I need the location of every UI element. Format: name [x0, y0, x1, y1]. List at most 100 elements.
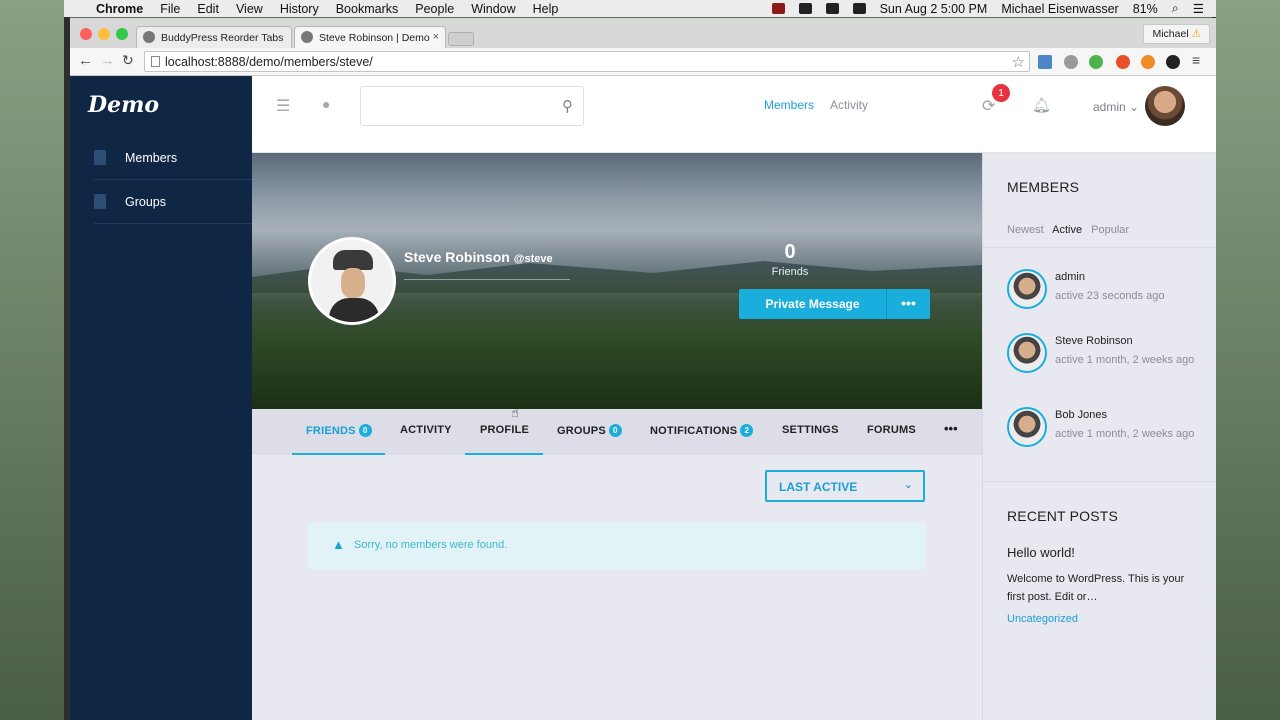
empty-results-alert: ▲ Sorry, no members were found.	[308, 523, 926, 569]
orange-extension-icon[interactable]	[1141, 55, 1155, 69]
count-badge: 0	[358, 424, 372, 437]
browser-profile-button[interactable]: Michael ⚠	[1143, 24, 1210, 44]
sidebar-item-members[interactable]: Members	[94, 136, 252, 180]
post-title-link[interactable]: Hello world!	[1007, 545, 1075, 560]
menu-help[interactable]: Help	[533, 2, 559, 16]
back-arrow-icon[interactable]: ←	[78, 52, 93, 69]
bookmark-star-icon[interactable]: ☆	[1012, 53, 1025, 71]
hamburger-menu-icon[interactable]: ☰	[276, 96, 290, 116]
web-page: Demo Members Groups ☰ ● ⚲ Members Activi…	[70, 76, 1216, 720]
count-badge: 2	[740, 424, 754, 437]
close-window-button[interactable]	[80, 28, 92, 40]
menu-window[interactable]: Window	[471, 2, 515, 16]
adblock-icon[interactable]	[1064, 55, 1078, 69]
wordpress-favicon-icon	[143, 31, 155, 43]
dark-extension-icon[interactable]	[1166, 55, 1180, 69]
tab-close-icon[interactable]: ×	[433, 31, 439, 43]
url-text: localhost:8888/demo/members/steve/	[165, 55, 373, 69]
menu-edit[interactable]: Edit	[197, 2, 219, 16]
status-wifi-icon[interactable]	[852, 3, 866, 14]
tab-steve-robinson[interactable]: Steve Robinson | Demo ×	[294, 26, 446, 48]
widget-divider	[983, 247, 1216, 248]
status-bell-icon[interactable]	[798, 3, 812, 14]
subnav-more-icon[interactable]: •••	[944, 421, 958, 436]
tab-groups[interactable]: GROUPS 0	[557, 424, 622, 437]
menu-history[interactable]: History	[280, 2, 319, 16]
menu-app-name[interactable]: Chrome	[96, 2, 143, 16]
document-icon	[94, 150, 106, 165]
site-logo[interactable]: Demo	[88, 92, 159, 118]
menu-bookmarks[interactable]: Bookmarks	[336, 2, 399, 16]
user-icon[interactable]: ●	[322, 96, 330, 112]
sidebar-item-groups[interactable]: Groups	[94, 180, 252, 224]
tab-notifications[interactable]: NOTIFICATIONS 2	[650, 424, 754, 437]
address-bar[interactable]: localhost:8888/demo/members/steve/ ☆	[144, 51, 1030, 72]
avatar[interactable]	[1007, 269, 1047, 309]
topnav-activity[interactable]: Activity	[830, 98, 868, 112]
sidebar-item-label: Groups	[125, 194, 166, 209]
tab-profile[interactable]: PROFILE	[480, 424, 529, 436]
evernote-icon[interactable]	[1089, 55, 1103, 69]
browser-toolbar: ← → ↻ localhost:8888/demo/members/steve/…	[70, 48, 1216, 76]
member-name[interactable]: Steve Robinson	[1055, 335, 1133, 347]
filter-newest[interactable]: Newest	[1007, 224, 1044, 236]
browser-window: BuddyPress Reorder Tabs Steve Robinson |…	[70, 18, 1216, 720]
alert-message: Sorry, no members were found.	[354, 539, 508, 551]
profile-name: Steve Robinson	[404, 249, 510, 265]
post-excerpt: Welcome to WordPress. This is your first…	[1007, 573, 1185, 603]
status-app-icon[interactable]	[771, 3, 785, 14]
tab-strip: BuddyPress Reorder Tabs Steve Robinson |…	[70, 18, 1216, 48]
avatar[interactable]	[1007, 407, 1047, 447]
tab-title: BuddyPress Reorder Tabs	[161, 32, 284, 44]
fire-extension-icon[interactable]	[1116, 55, 1130, 69]
user-menu-toggle[interactable]: admin ⌄	[1093, 100, 1139, 114]
chevron-down-icon: ⌄	[903, 479, 913, 491]
tab-settings[interactable]: SETTINGS	[782, 424, 839, 436]
zoom-window-button[interactable]	[116, 28, 128, 40]
bell-icon[interactable]: 🔔︎	[1032, 96, 1051, 114]
more-actions-button[interactable]: •••	[886, 289, 930, 319]
filter-active[interactable]: Active	[1052, 224, 1082, 236]
tab-activity[interactable]: ACTIVITY	[400, 424, 452, 436]
widget-divider	[983, 481, 1216, 482]
tab-forums[interactable]: FORUMS	[867, 424, 916, 436]
menu-view[interactable]: View	[236, 2, 263, 16]
reload-icon[interactable]: ↻	[122, 52, 134, 69]
private-message-button[interactable]: Private Message	[739, 289, 886, 319]
page-favicon-icon	[301, 31, 313, 43]
new-tab-button[interactable]	[448, 32, 474, 46]
sidebar-item-label: Members	[125, 150, 178, 165]
minimize-window-button[interactable]	[98, 28, 110, 40]
extension-screen-icon[interactable]	[1038, 55, 1052, 69]
member-name[interactable]: Bob Jones	[1055, 409, 1107, 421]
tab-friends[interactable]: FRIENDS 0	[306, 424, 372, 437]
avatar[interactable]	[1145, 86, 1185, 126]
notification-center-icon[interactable]: ☰	[1193, 1, 1204, 16]
menubar-user[interactable]: Michael Eisenwasser	[1001, 2, 1118, 16]
filter-popular[interactable]: Popular	[1091, 224, 1129, 236]
chrome-menu-icon[interactable]: ≡	[1192, 52, 1200, 68]
avatar[interactable]	[1007, 333, 1047, 373]
status-drive-icon[interactable]	[825, 3, 839, 14]
tab-title: Steve Robinson | Demo	[319, 32, 430, 44]
warning-icon: ⚠	[1191, 28, 1201, 40]
search-input[interactable]: ⚲	[360, 86, 584, 126]
profile-avatar[interactable]	[308, 237, 396, 325]
menu-people[interactable]: People	[415, 2, 454, 16]
member-name[interactable]: admin	[1055, 271, 1085, 283]
menubar-status-area: Sun Aug 2 5:00 PM Michael Eisenwasser 81…	[771, 1, 1216, 16]
menubar-clock[interactable]: Sun Aug 2 5:00 PM	[880, 2, 988, 16]
search-icon[interactable]: ⚲	[562, 97, 573, 115]
site-topbar: ☰ ● ⚲ Members Activity ⟳ 1 🔔︎ admin ⌄	[252, 76, 1216, 153]
sort-order-select[interactable]: LAST ACTIVE ⌄	[765, 470, 925, 502]
forward-arrow-icon[interactable]: →	[100, 52, 115, 69]
tab-buddypress-reorder[interactable]: BuddyPress Reorder Tabs	[136, 26, 292, 48]
profile-handle: @steve	[513, 253, 553, 265]
spotlight-icon[interactable]: ⌕	[1172, 1, 1179, 16]
avatar-hat	[333, 250, 373, 270]
post-category-link[interactable]: Uncategorized	[1007, 613, 1078, 625]
menu-file[interactable]: File	[160, 2, 180, 16]
topnav-members[interactable]: Members	[764, 98, 814, 112]
battery-percent[interactable]: 81%	[1133, 2, 1158, 16]
name-divider	[404, 279, 570, 280]
